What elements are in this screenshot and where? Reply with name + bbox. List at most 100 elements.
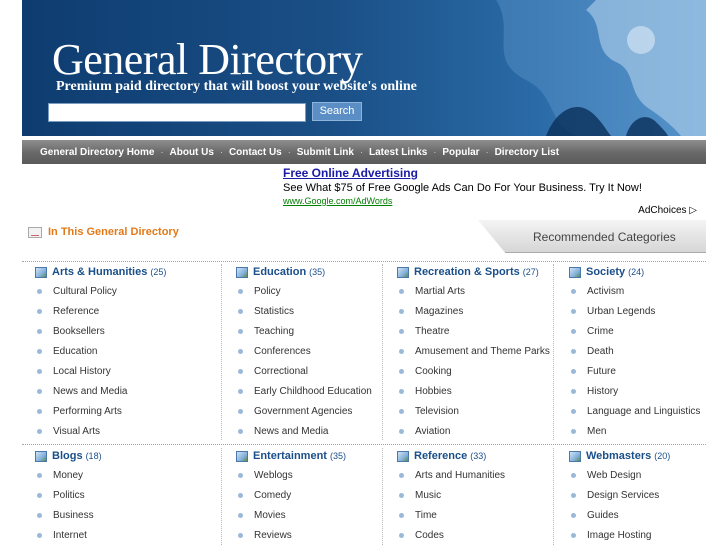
subcategory-item[interactable]: Movies: [236, 505, 346, 525]
subcategory-label[interactable]: Visual Arts: [53, 426, 100, 437]
subcategory-label[interactable]: Weblogs: [254, 470, 293, 481]
subcategory-item[interactable]: Business: [35, 505, 102, 525]
subcategory-label[interactable]: Men: [587, 426, 606, 437]
subcategory-item[interactable]: News and Media: [35, 381, 166, 401]
subcategory-item[interactable]: Guides: [569, 505, 670, 525]
subcategory-label[interactable]: Cooking: [415, 366, 452, 377]
recommended-label[interactable]: Recommended Categories: [533, 230, 676, 244]
subcategory-item[interactable]: Time: [397, 505, 505, 525]
subcategory-item[interactable]: Magazines: [397, 301, 550, 321]
subcategory-item[interactable]: Politics: [35, 485, 102, 505]
subcategory-label[interactable]: Aviation: [415, 426, 450, 437]
subcategory-label[interactable]: Movies: [254, 510, 286, 521]
nav-item-directory-list[interactable]: Directory List: [495, 147, 559, 158]
subcategory-item[interactable]: Reference: [35, 301, 166, 321]
category-header[interactable]: Webmasters (20): [569, 449, 670, 463]
category-header[interactable]: Reference (33): [397, 449, 505, 463]
subcategory-item[interactable]: Theatre: [397, 321, 550, 341]
subcategory-item[interactable]: Aviation: [397, 421, 550, 441]
subcategory-label[interactable]: Magazines: [415, 306, 463, 317]
subcategory-label[interactable]: Statistics: [254, 306, 294, 317]
category-name[interactable]: Blogs: [52, 450, 83, 462]
subcategory-item[interactable]: Crime: [569, 321, 700, 341]
subcategory-label[interactable]: Activism: [587, 286, 624, 297]
subcategory-item[interactable]: Comedy: [236, 485, 346, 505]
subcategory-label[interactable]: Death: [587, 346, 614, 357]
subcategory-item[interactable]: Early Childhood Education: [236, 381, 372, 401]
subcategory-label[interactable]: News and Media: [254, 426, 328, 437]
search-input[interactable]: [48, 103, 306, 122]
subcategory-item[interactable]: Booksellers: [35, 321, 166, 341]
subcategory-label[interactable]: Politics: [53, 490, 85, 501]
subcategory-label[interactable]: Internet: [53, 530, 87, 541]
subcategory-item[interactable]: Activism: [569, 281, 700, 301]
subcategory-label[interactable]: Business: [53, 510, 94, 521]
subcategory-item[interactable]: Teaching: [236, 321, 372, 341]
subcategory-label[interactable]: Local History: [53, 366, 111, 377]
subcategory-label[interactable]: Money: [53, 470, 83, 481]
adchoices-link[interactable]: AdChoices ▷: [638, 205, 697, 216]
subcategory-label[interactable]: Arts and Humanities: [415, 470, 505, 481]
subcategory-label[interactable]: Language and Linguistics: [587, 406, 700, 417]
subcategory-item[interactable]: Education: [35, 341, 166, 361]
subcategory-item[interactable]: Visual Arts: [35, 421, 166, 441]
nav-item-home[interactable]: General Directory Home: [40, 147, 155, 158]
subcategory-label[interactable]: Education: [53, 346, 97, 357]
subcategory-label[interactable]: Comedy: [254, 490, 291, 501]
category-header[interactable]: Society (24): [569, 265, 700, 279]
subcategory-label[interactable]: Teaching: [254, 326, 294, 337]
nav-item-popular[interactable]: Popular: [442, 147, 479, 158]
subcategory-label[interactable]: Time: [415, 510, 437, 521]
subcategory-item[interactable]: Weblogs: [236, 465, 346, 485]
category-name[interactable]: Webmasters: [586, 450, 651, 462]
category-header[interactable]: Arts & Humanities (25): [35, 265, 166, 279]
subcategory-item[interactable]: Language and Linguistics: [569, 401, 700, 421]
subcategory-item[interactable]: Martial Arts: [397, 281, 550, 301]
subcategory-label[interactable]: Image Hosting: [587, 530, 651, 541]
subcategory-item[interactable]: Reviews: [236, 525, 346, 545]
subcategory-item[interactable]: Statistics: [236, 301, 372, 321]
subcategory-label[interactable]: Performing Arts: [53, 406, 122, 417]
ad-title-link[interactable]: Free Online Advertising: [283, 166, 703, 180]
subcategory-item[interactable]: Money: [35, 465, 102, 485]
subcategory-label[interactable]: History: [587, 386, 618, 397]
subcategory-item[interactable]: Urban Legends: [569, 301, 700, 321]
subcategory-label[interactable]: Future: [587, 366, 616, 377]
subcategory-item[interactable]: Design Services: [569, 485, 670, 505]
subcategory-label[interactable]: Reviews: [254, 530, 292, 541]
subcategory-item[interactable]: Cultural Policy: [35, 281, 166, 301]
subcategory-item[interactable]: Music: [397, 485, 505, 505]
subcategory-item[interactable]: Codes: [397, 525, 505, 545]
subcategory-item[interactable]: Conferences: [236, 341, 372, 361]
category-header[interactable]: Recreation & Sports (27): [397, 265, 550, 279]
site-title[interactable]: General Directory: [52, 34, 363, 85]
category-name[interactable]: Recreation & Sports: [414, 266, 520, 278]
subcategory-item[interactable]: Television: [397, 401, 550, 421]
subcategory-label[interactable]: Policy: [254, 286, 281, 297]
subcategory-item[interactable]: Performing Arts: [35, 401, 166, 421]
subcategory-label[interactable]: Crime: [587, 326, 614, 337]
subcategory-label[interactable]: Cultural Policy: [53, 286, 117, 297]
search-button[interactable]: Search: [312, 102, 362, 121]
subcategory-item[interactable]: Cooking: [397, 361, 550, 381]
subcategory-label[interactable]: Early Childhood Education: [254, 386, 372, 397]
subcategory-item[interactable]: Future: [569, 361, 700, 381]
category-header[interactable]: Blogs (18): [35, 449, 102, 463]
category-name[interactable]: Reference: [414, 450, 467, 462]
subcategory-label[interactable]: Design Services: [587, 490, 659, 501]
subcategory-label[interactable]: Martial Arts: [415, 286, 465, 297]
category-header[interactable]: Entertainment (35): [236, 449, 346, 463]
subcategory-item[interactable]: History: [569, 381, 700, 401]
nav-item-submit[interactable]: Submit Link: [297, 147, 354, 158]
subcategory-label[interactable]: Theatre: [415, 326, 449, 337]
subcategory-label[interactable]: Reference: [53, 306, 99, 317]
subcategory-label[interactable]: Conferences: [254, 346, 311, 357]
subcategory-label[interactable]: Web Design: [587, 470, 641, 481]
nav-item-about[interactable]: About Us: [170, 147, 214, 158]
subcategory-label[interactable]: News and Media: [53, 386, 127, 397]
subcategory-label[interactable]: Codes: [415, 530, 444, 541]
category-name[interactable]: Entertainment: [253, 450, 327, 462]
category-name[interactable]: Arts & Humanities: [52, 266, 147, 278]
subcategory-item[interactable]: Internet: [35, 525, 102, 545]
subcategory-item[interactable]: Policy: [236, 281, 372, 301]
